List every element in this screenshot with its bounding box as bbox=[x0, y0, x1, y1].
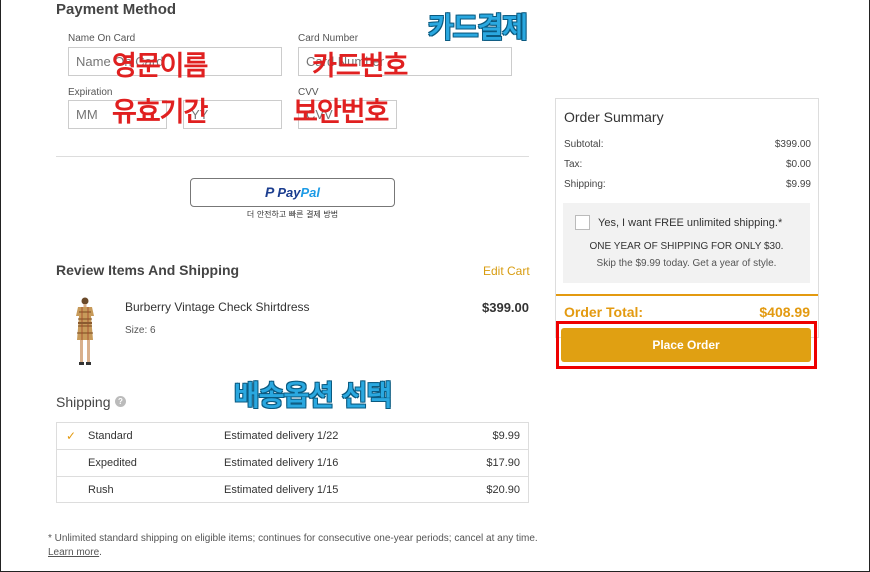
product-size: Size: 6 bbox=[125, 325, 156, 336]
subtotal-value: $399.00 bbox=[774, 139, 811, 150]
annotation-card-payment: 카드결제 bbox=[428, 11, 528, 44]
shipping-option-expedited[interactable]: Expedited Estimated delivery 1/16 $17.90 bbox=[57, 449, 528, 476]
shipping-option-name: Expedited bbox=[88, 457, 137, 469]
paypal-pal-text: Pal bbox=[300, 185, 320, 200]
shipping-option-name: Standard bbox=[88, 430, 133, 442]
annotation-security-number: 보안번호 bbox=[293, 97, 389, 128]
payment-method-title: Payment Method bbox=[56, 1, 177, 18]
paypal-note: 더 안전하고 빠른 결제 방법 bbox=[246, 210, 339, 219]
review-items-title: Review Items And Shipping bbox=[56, 262, 240, 278]
annotation-shipping-option: 배송옵션 선택 bbox=[234, 379, 392, 412]
subtotal-label: Subtotal: bbox=[564, 139, 604, 150]
shipping-option-name: Rush bbox=[88, 484, 114, 496]
product-image bbox=[76, 297, 94, 365]
checkmark-icon: ✓ bbox=[66, 429, 77, 443]
annotation-card-number: 카드번호 bbox=[312, 51, 408, 82]
name-on-card-label: Name On Card bbox=[68, 33, 136, 44]
paypal-pay-text: Pay bbox=[277, 185, 301, 200]
free-shipping-promo: Yes, I want FREE unlimited shipping.* ON… bbox=[563, 203, 810, 283]
shipping-option-rush[interactable]: Rush Estimated delivery 1/15 $20.90 bbox=[57, 476, 528, 503]
learn-more-link[interactable]: Learn more bbox=[48, 547, 99, 558]
help-icon[interactable]: ? bbox=[115, 396, 126, 407]
promo-subline: Skip the $9.99 today. Get a year of styl… bbox=[596, 258, 777, 269]
order-summary-title: Order Summary bbox=[564, 109, 664, 125]
shipping-title: Shipping bbox=[56, 394, 111, 410]
payment-divider bbox=[56, 156, 529, 157]
product-name: Burberry Vintage Check Shirtdress bbox=[125, 300, 310, 314]
free-shipping-checkbox[interactable] bbox=[575, 215, 590, 230]
card-number-label: Card Number bbox=[298, 33, 359, 44]
shipping-option-price: $9.99 bbox=[492, 430, 520, 442]
expiration-label: Expiration bbox=[68, 87, 113, 98]
free-shipping-label[interactable]: Yes, I want FREE unlimited shipping.* bbox=[598, 217, 782, 229]
place-order-button[interactable]: Place Order bbox=[561, 328, 811, 362]
annotation-expiry: 유효기간 bbox=[112, 97, 208, 128]
shipping-cost-label: Shipping: bbox=[564, 179, 606, 190]
shipping-option-estimate: Estimated delivery 1/22 bbox=[224, 430, 339, 442]
shipping-footnote: * Unlimited standard shipping on eligibl… bbox=[48, 532, 538, 560]
total-divider bbox=[556, 294, 818, 296]
tax-value: $0.00 bbox=[785, 159, 811, 170]
shipping-option-price: $20.90 bbox=[486, 484, 520, 496]
annotation-english-name: 영문이름 bbox=[112, 51, 208, 82]
shipping-option-estimate: Estimated delivery 1/16 bbox=[224, 457, 339, 469]
order-total-label: Order Total: bbox=[564, 304, 644, 320]
shipping-option-estimate: Estimated delivery 1/15 bbox=[224, 484, 339, 496]
shipping-option-price: $17.90 bbox=[486, 457, 520, 469]
tax-label: Tax: bbox=[564, 159, 583, 170]
product-price: $399.00 bbox=[482, 300, 529, 315]
order-summary-panel: Order Summary Subtotal: $399.00 Tax: $0.… bbox=[555, 98, 819, 338]
shipping-options-table: ✓ Standard Estimated delivery 1/22 $9.99… bbox=[56, 422, 529, 503]
footnote-end: . bbox=[99, 547, 102, 558]
footnote-text: * Unlimited standard shipping on eligibl… bbox=[48, 533, 538, 544]
paypal-button[interactable]: P PayPal bbox=[190, 178, 395, 207]
paypal-icon: P bbox=[265, 184, 275, 200]
shipping-cost-value: $9.99 bbox=[785, 179, 811, 190]
promo-headline: ONE YEAR OF SHIPPING FOR ONLY $30. bbox=[589, 241, 784, 252]
edit-cart-link[interactable]: Edit Cart bbox=[483, 264, 530, 278]
shipping-option-standard[interactable]: ✓ Standard Estimated delivery 1/22 $9.99 bbox=[57, 423, 528, 450]
order-total-value: $408.99 bbox=[759, 304, 810, 320]
